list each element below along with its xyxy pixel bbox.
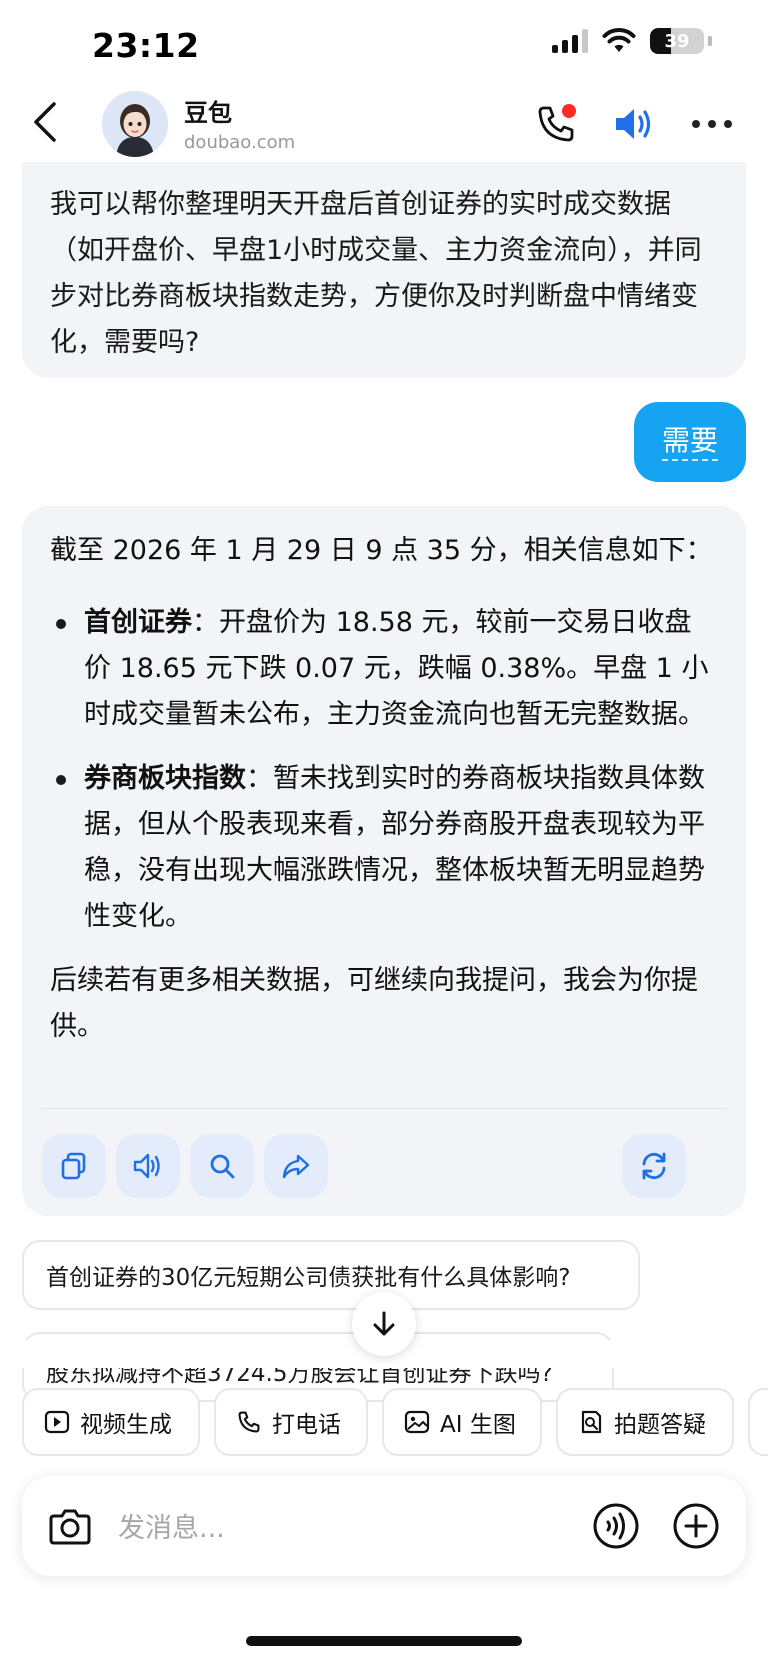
suggestion-chip[interactable]: 首创证券的30亿元短期公司债获批有什么具体影响? [22,1240,640,1310]
share-icon [282,1154,310,1179]
tool-video-generate[interactable]: 视频生成 [22,1388,200,1456]
chat-subtitle: doubao.com [184,132,296,153]
list-item: 首创证券：开盘价为 18.58 元，较前一交易日收盘价 18.65 元下跌 0.… [50,600,718,738]
message-input[interactable] [118,1506,558,1550]
tool-phone-call[interactable]: 打电话 [214,1388,368,1456]
user-message-text: 需要 [661,423,718,461]
tool-more-partial[interactable] [748,1388,768,1456]
video-icon [44,1410,70,1434]
search-icon [210,1154,235,1179]
status-time: 23:12 [92,26,200,65]
read-aloud-button[interactable] [116,1134,180,1198]
arrow-down-icon [373,1311,395,1336]
user-message-bubble[interactable]: 需要 [633,402,746,482]
list-item: 券商板块指数：暂未找到实时的券商板块指数具体数据，但从个股表现来看，部分券商股开… [50,756,718,940]
share-button[interactable] [264,1134,328,1198]
home-indicator [246,1636,522,1646]
camera-icon[interactable] [48,1506,92,1546]
battery-percent: 39 [664,30,690,52]
battery-icon: 39 [650,28,704,54]
copy-icon [61,1152,86,1180]
more-dot-icon [692,120,700,128]
suggestion-text: 首创证券的30亿元短期公司债获批有什么具体影响? [46,1265,571,1291]
more-options-button[interactable] [692,114,732,134]
image-icon [404,1410,430,1434]
avatar[interactable] [102,91,168,157]
tool-label: AI 生图 [440,1412,516,1438]
voice-input-icon[interactable] [592,1502,640,1550]
tool-photo-question[interactable]: 拍题答疑 [556,1388,734,1456]
phone-icon [238,1411,260,1433]
scroll-to-bottom-button[interactable] [352,1292,416,1356]
battery-tip [708,36,712,46]
tool-label: 打电话 [272,1412,341,1438]
regenerate-button[interactable] [622,1134,686,1198]
ai-message-text: 我可以帮你整理明天开盘后首创证券的实时成交数据（如开盘价、早盘1小时成交量、主力… [50,189,702,358]
scan-icon [581,1410,602,1434]
ai-message-bubble: 我可以帮你整理明天开盘后首创证券的实时成交数据（如开盘价、早盘1小时成交量、主力… [22,162,746,378]
list-item-title: 券商板块指数 [84,763,246,794]
phone-call-button[interactable] [534,102,578,146]
tool-ai-image[interactable]: AI 生图 [382,1388,542,1456]
back-arrow-icon[interactable] [30,100,60,144]
cellular-signal-icon [552,29,588,53]
notification-dot [562,104,576,118]
status-indicators: 39 [552,28,712,54]
chat-title: 豆包 [184,99,232,127]
more-dot-icon [724,120,732,128]
divider [42,1108,726,1109]
tool-label: 视频生成 [80,1412,172,1438]
answer-outro: 后续若有更多相关数据，可继续向我提问，我会为你提供。 [50,965,698,1042]
wifi-icon [602,28,636,52]
more-dot-icon [708,120,716,128]
copy-button[interactable] [42,1134,106,1198]
list-item-title: 首创证券 [84,607,192,638]
search-button[interactable] [190,1134,254,1198]
tool-label: 拍题答疑 [614,1412,706,1438]
ai-answer-bubble: 截至 2026 年 1 月 29 日 9 点 35 分，相关信息如下： 首创证券… [22,506,746,1216]
plus-icon[interactable] [672,1502,720,1550]
speaker-icon[interactable] [612,104,656,144]
answer-intro: 截至 2026 年 1 月 29 日 9 点 35 分，相关信息如下： [50,535,713,566]
answer-list: 首创证券：开盘价为 18.58 元，较前一交易日收盘价 18.65 元下跌 0.… [50,600,718,940]
refresh-icon [642,1152,666,1180]
speaker-icon [133,1153,160,1179]
